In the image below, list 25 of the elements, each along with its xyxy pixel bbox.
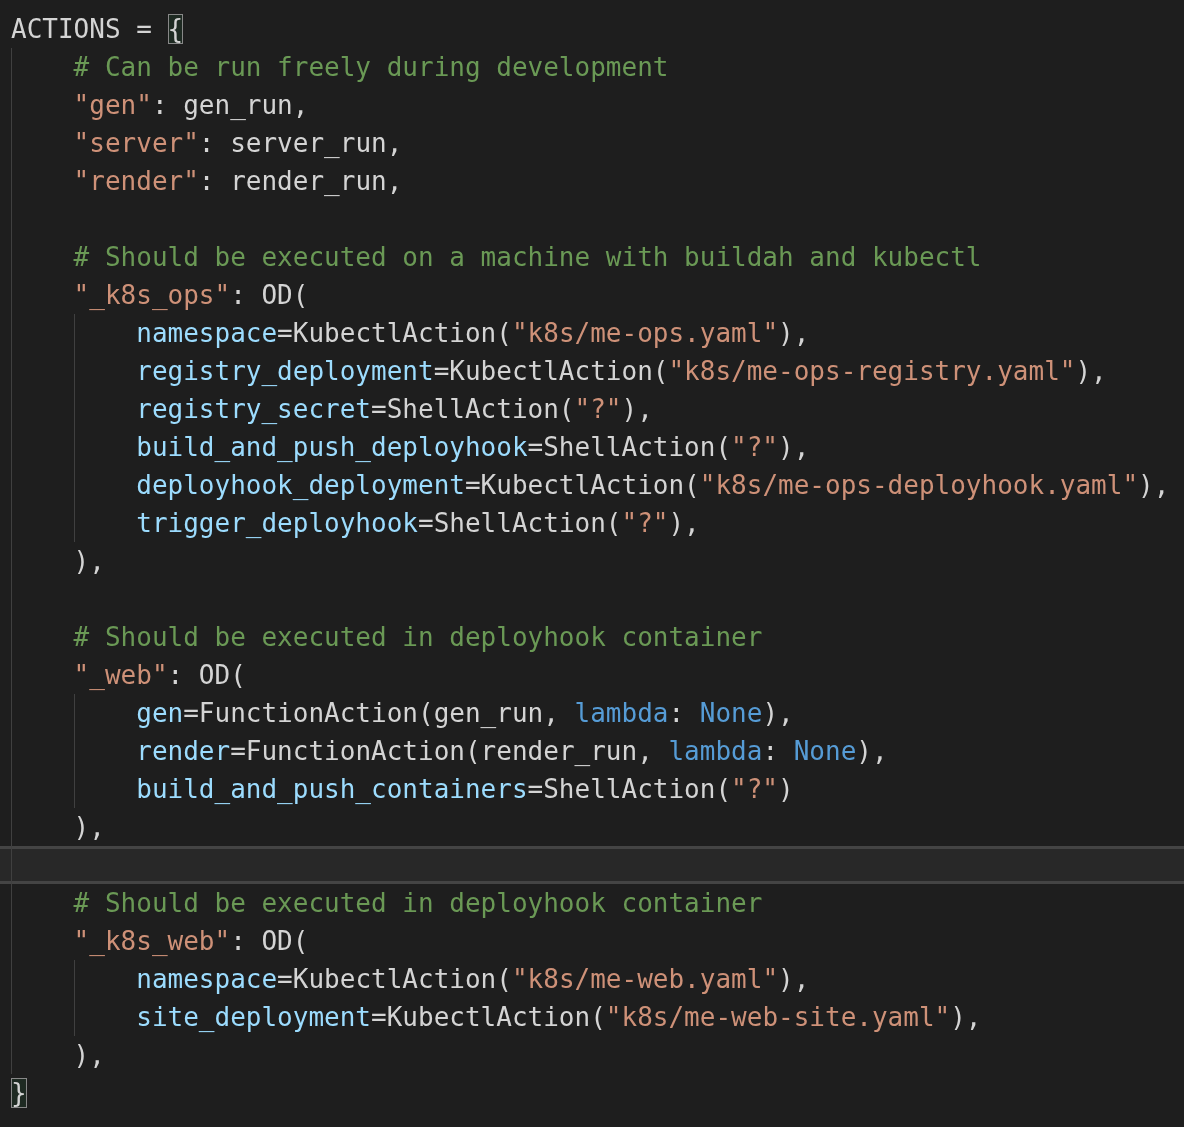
- code-line: "_k8s_web": OD(: [0, 922, 1184, 960]
- code-line: "_k8s_ops": OD(: [0, 276, 1184, 314]
- code-line: render=FunctionAction(render_run, lambda: None),: [0, 732, 1184, 770]
- code-line: ),: [0, 1036, 1184, 1074]
- code-line: site_deployment=KubectlAction("k8s/me-web-site.yaml"),: [0, 998, 1184, 1036]
- code-line: gen=FunctionAction(gen_run, lambda: None),: [0, 694, 1184, 732]
- code-line: ACTIONS = {: [10, 13, 185, 46]
- code-line: registry_deployment=KubectlAction("k8s/me-ops-registry.yaml"),: [0, 352, 1184, 390]
- code-line: registry_secret=ShellAction("?"),: [0, 390, 1184, 428]
- code-line: # Should be executed in deployhook container: [0, 884, 1184, 922]
- code-line: "_web": OD(: [0, 656, 1184, 694]
- code-line: # Should be executed in deployhook container: [0, 618, 1184, 656]
- code-line: "gen": gen_run,: [0, 86, 1184, 124]
- code-line: build_and_push_containers=ShellAction("?"): [0, 770, 1184, 808]
- code-line: deployhook_deployment=KubectlAction("k8s/me-ops-deployhook.yaml"),: [0, 466, 1184, 504]
- code-line: # Can be run freely during development: [0, 48, 1184, 86]
- code-line: "server": server_run,: [0, 124, 1184, 162]
- code-line: build_and_push_deployhook=ShellAction("?"),: [0, 428, 1184, 466]
- code-line: ),: [0, 808, 1184, 846]
- code-line: trigger_deployhook=ShellAction("?"),: [0, 504, 1184, 542]
- code-line: # Should be executed on a machine with buildah and kubectl: [0, 238, 1184, 276]
- code-line: namespace=KubectlAction("k8s/me-web.yaml"),: [0, 960, 1184, 998]
- code-line: ),: [0, 542, 1184, 580]
- code-line: namespace=KubectlAction("k8s/me-ops.yaml"),: [0, 314, 1184, 352]
- code-line: "render": render_run,: [0, 162, 1184, 200]
